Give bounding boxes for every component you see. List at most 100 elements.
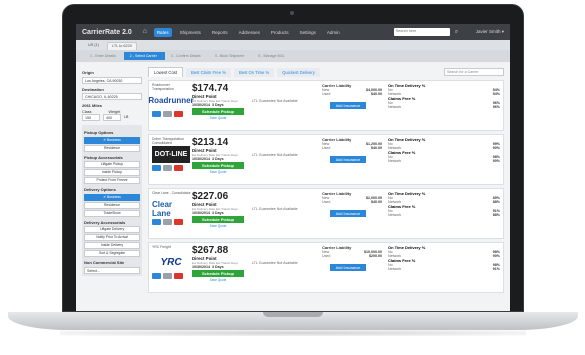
delivery-business-option[interactable]: ✔ Business: [84, 193, 140, 201]
add-insurance-button[interactable]: Add Insurance: [330, 102, 366, 109]
document-icon[interactable]: [163, 165, 172, 171]
destination-label: Destination: [82, 86, 104, 92]
liftgate-pickup-option[interactable]: Liftgate Pickup: [84, 161, 140, 168]
alert-icon[interactable]: [174, 219, 183, 225]
noncommercial-select[interactable]: Select...: [84, 266, 140, 274]
nav-products[interactable]: Products: [268, 28, 292, 37]
delivery-accessorials-label: Delivery Accessorials: [84, 219, 126, 225]
carrier-list: Roadrunner Transportation Roadrunner $17…: [148, 80, 504, 293]
carrier-search-input[interactable]: Search for a Carrier: [444, 68, 504, 76]
laptop-shadow: [60, 330, 526, 336]
step-enter-details[interactable]: 1 - Enter Details: [84, 52, 124, 60]
carrier-liability: Carrier Liability New $2,000.00 Used $40.0…: [322, 191, 382, 236]
weight-input[interactable]: 400: [103, 113, 121, 121]
truck-icon[interactable]: [152, 111, 161, 117]
filter-best-on-time[interactable]: Best On Time %: [233, 67, 275, 77]
liability-used: Used $40.00: [322, 146, 382, 150]
liftgate-delivery-option[interactable]: Liftgate Delivery: [84, 226, 140, 233]
top-navigation: CarrierRate 2.0 ⌂ Rates Shipments Report…: [76, 24, 510, 40]
laptop-lid: CarrierRate 2.0 ⌂ Rates Shipments Report…: [62, 4, 524, 312]
alert-icon[interactable]: [174, 273, 183, 279]
rate-price: $174.74: [192, 83, 229, 94]
delivery-date: 10/30/2014 3 Days: [192, 103, 224, 107]
home-icon[interactable]: ⌂: [141, 28, 149, 36]
inside-delivery-option[interactable]: Inside Delivery: [84, 242, 140, 249]
origin-input[interactable]: Los Angeles, CA 90030: [82, 76, 142, 84]
schedule-pickup-button[interactable]: Schedule Pickup: [192, 216, 244, 223]
document-icon[interactable]: [163, 273, 172, 279]
save-quote-link[interactable]: Save Quote: [192, 224, 244, 228]
filter-lowest-cost[interactable]: Lowest Cost: [148, 67, 184, 77]
liability-used: Used $40.00: [322, 200, 382, 204]
delivery-date: 10/30/2014 3 Days: [192, 211, 224, 215]
pickup-residence-option[interactable]: Residence: [84, 144, 140, 152]
tab-us[interactable]: US (1): [84, 42, 103, 50]
step-select-carrier[interactable]: 2 - Select Carrier: [123, 52, 165, 60]
performance-stats: On Time Delivery % No 54% Network 94% Clai…: [382, 83, 500, 128]
step-confirm-details[interactable]: 3 - Confirm Details: [165, 52, 209, 60]
alert-icon[interactable]: [174, 111, 183, 117]
truck-icon[interactable]: [152, 273, 161, 279]
carrier-action-icons: [152, 219, 192, 225]
truck-icon[interactable]: [152, 165, 161, 171]
carrier-logo: DOT-LINE: [152, 146, 190, 163]
save-quote-link[interactable]: Save Quote: [192, 170, 244, 174]
delivery-tradeshow-option[interactable]: TradeShow: [84, 209, 140, 217]
class-select[interactable]: 150: [82, 113, 100, 121]
user-menu[interactable]: Javier Smith ▾: [476, 29, 504, 35]
nav-addresses[interactable]: Addresses: [236, 28, 263, 37]
alert-icon[interactable]: [174, 165, 183, 171]
performance-stats: On Time Delivery % No 89% Network 88% Clai…: [382, 191, 500, 236]
document-icon[interactable]: [163, 219, 172, 225]
carrier-action-icons: [152, 111, 192, 117]
nav-reports[interactable]: Reports: [209, 28, 231, 37]
notify-prior-option[interactable]: Notify Prior To Arrival: [84, 234, 140, 241]
class-weight-inputs: 150 400 LB: [82, 113, 142, 123]
wizard-steps: 1 - Enter Details 2 - Select Carrier 3 -…: [76, 50, 510, 62]
delivery-residence-option[interactable]: Residence: [84, 201, 140, 209]
laptop-scene: CarrierRate 2.0 ⌂ Rates Shipments Report…: [0, 0, 585, 355]
document-icon[interactable]: [163, 111, 172, 117]
add-insurance-button[interactable]: Add Insurance: [330, 210, 366, 217]
laptop-screen: CarrierRate 2.0 ⌂ Rates Shipments Report…: [76, 24, 510, 311]
search-icon[interactable]: ⌕: [455, 28, 463, 36]
step-book-shipment[interactable]: 4 - Book Shipment: [209, 52, 253, 60]
destination-input[interactable]: CHICAGO, IL 60225: [82, 93, 142, 100]
rate-column: $267.88 Direct Point Est Delivery Date E…: [192, 245, 252, 290]
carrier-liability: Carrier Liability New $4,000.00 Used $40.0…: [322, 83, 382, 128]
nav-rates[interactable]: Rates: [153, 27, 172, 37]
global-search-input[interactable]: Search here: [393, 28, 450, 36]
step-manage-bol[interactable]: 5 - Manage BOL: [252, 52, 292, 60]
delivery-date: 10/30/2014 3 Days: [192, 157, 224, 161]
filter-best-claim-free[interactable]: Best Claim Free %: [186, 67, 231, 77]
delivery-date: 10/30/2014 3 Days: [192, 265, 224, 269]
nav-admin[interactable]: Admin: [324, 28, 343, 37]
protect-freeze-option[interactable]: Protect From Freeze: [84, 177, 140, 184]
ltl-guarantee: LTL Guarantee Not Available: [252, 261, 298, 265]
save-quote-link[interactable]: Save Quote: [192, 278, 244, 282]
filter-quickest-delivery[interactable]: Quickest Delivery: [277, 67, 320, 77]
performance-stats: On Time Delivery % No 98% Network 90% Clai…: [382, 245, 500, 290]
pickup-business-option[interactable]: ✔ Business: [84, 136, 140, 144]
add-insurance-button[interactable]: Add Insurance: [330, 264, 366, 271]
rate-column: $227.06 Direct Point Est Delivery Date E…: [192, 191, 252, 236]
claims-network: Network 88%: [388, 213, 500, 217]
add-insurance-button[interactable]: Add Insurance: [330, 156, 366, 163]
schedule-pickup-button[interactable]: Schedule Pickup: [192, 162, 244, 169]
carrier-logo: YRC: [160, 257, 182, 268]
carrier-card: YRC Freight YRC $267.88 Direct Point Est…: [148, 242, 504, 293]
truck-icon[interactable]: [152, 219, 161, 225]
carrier-name: YRC Freight: [152, 245, 171, 249]
schedule-pickup-button[interactable]: Schedule Pickup: [192, 108, 244, 115]
distance-miles: 2061 Miles: [82, 103, 103, 108]
sort-segregate-option[interactable]: Sort & Segregate: [84, 250, 140, 257]
tab-ltl[interactable]: LTL to 6220: [106, 42, 137, 50]
nav-settings[interactable]: Settings: [297, 28, 319, 37]
schedule-pickup-button[interactable]: Schedule Pickup: [192, 270, 244, 277]
delivery-options-label: Delivery Options: [84, 187, 116, 192]
claims-network: Network 90%: [388, 159, 500, 163]
save-quote-link[interactable]: Save Quote: [192, 116, 244, 120]
carrier-liability: Carrier Liability New $10,000.00 Used $200…: [322, 245, 382, 290]
nav-shipments[interactable]: Shipments: [177, 28, 204, 37]
inside-pickup-option[interactable]: Inside Pickup: [84, 169, 140, 176]
